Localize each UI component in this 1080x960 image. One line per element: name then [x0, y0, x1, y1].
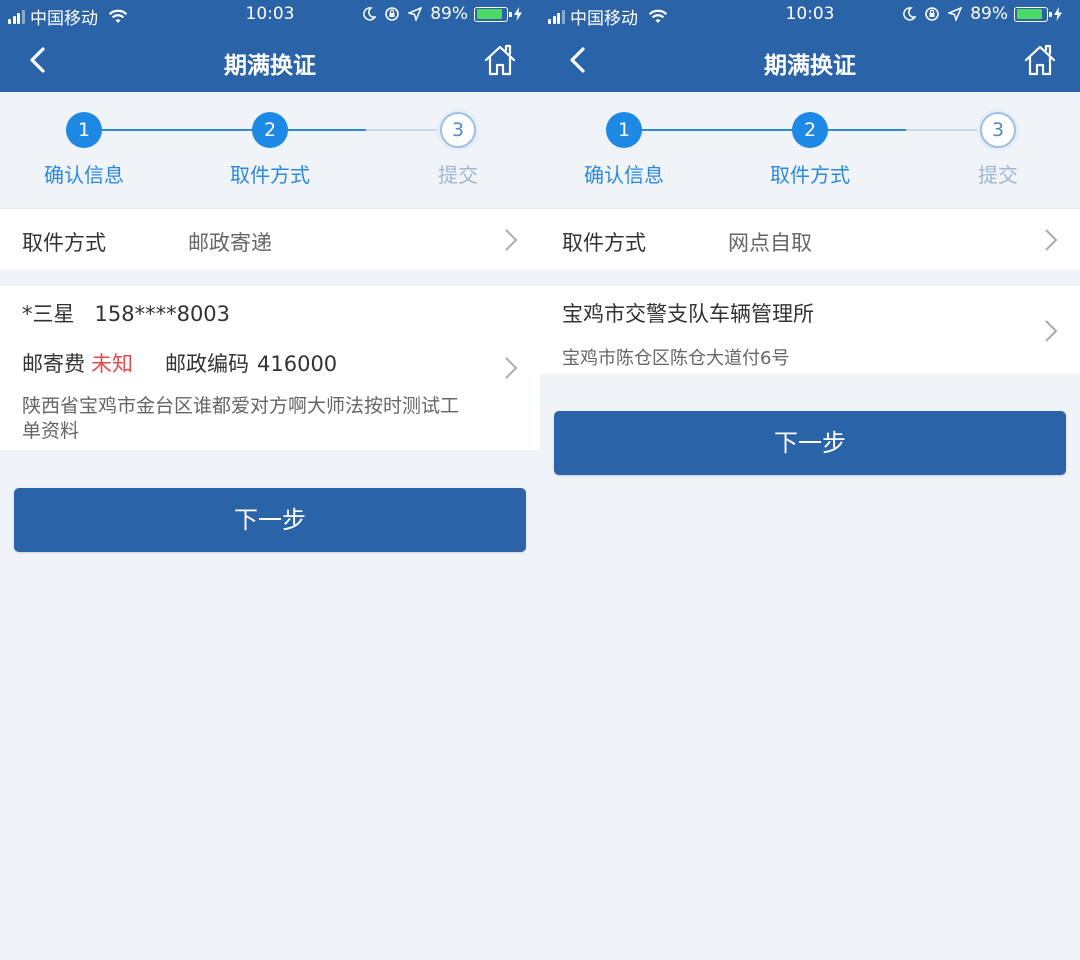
charging-bolt-icon	[514, 7, 522, 21]
pickup-method-label: 取件方式	[562, 231, 646, 255]
status-right: 89%	[362, 4, 530, 24]
step-pickup-method: 2 取件方式	[200, 92, 340, 188]
recipient-phone: 158****8003	[94, 302, 231, 326]
next-step-button[interactable]: 下一步	[554, 411, 1066, 475]
screens-container: 中国移动 10:03 89% 期满换证 1 确认信息 2 取件方式 3 提交 取…	[0, 0, 1080, 960]
delivery-address-card[interactable]: *三星 158****8003 邮寄费 未知 邮政编码 416000 陕西省宝鸡市金台区…	[0, 286, 540, 450]
step-number: 3	[440, 112, 476, 148]
status-right: 89%	[902, 4, 1070, 24]
chevron-right-icon	[1045, 320, 1058, 342]
step-confirm-info: 1 确认信息	[554, 92, 694, 188]
step-submit: 3 提交	[928, 92, 1068, 188]
pickup-method-label: 取件方式	[22, 231, 106, 255]
nav-bar: 期满换证	[0, 30, 540, 92]
battery-icon	[474, 6, 512, 22]
step-label: 确认信息	[44, 163, 124, 187]
battery-percent: 89%	[430, 4, 468, 24]
station-address: 宝鸡市陈仓区陈仓大道付6号	[562, 348, 790, 369]
zip-label: 邮政编码	[165, 352, 249, 376]
station-name: 宝鸡市交警支队车辆管理所	[562, 302, 814, 326]
page-title: 期满换证	[224, 53, 316, 79]
step-number: 1	[606, 112, 642, 148]
next-step-button[interactable]: 下一步	[14, 488, 526, 552]
step-number: 3	[980, 112, 1016, 148]
progress-stepper: 1 确认信息 2 取件方式 3 提交	[540, 92, 1080, 208]
location-icon	[408, 7, 423, 21]
step-label: 提交	[438, 163, 478, 187]
step-label: 提交	[978, 163, 1018, 187]
pickup-station-card[interactable]: 宝鸡市交警支队车辆管理所 宝鸡市陈仓区陈仓大道付6号	[540, 286, 1080, 374]
pickup-method-value: 网点自取	[728, 231, 812, 255]
screen-postal-delivery: 中国移动 10:03 89% 期满换证 1 确认信息 2 取件方式 3 提交 取…	[0, 0, 540, 960]
rotation-lock-icon	[925, 7, 940, 21]
moon-icon	[903, 7, 917, 21]
location-icon	[948, 7, 963, 21]
pickup-method-row[interactable]: 取件方式 网点自取	[540, 208, 1080, 270]
status-bar: 中国移动 10:03 89%	[0, 0, 540, 30]
pickup-method-value: 邮政寄递	[188, 231, 272, 255]
zip-value: 416000	[257, 352, 338, 376]
step-number: 2	[252, 112, 288, 148]
recipient-name: *三星	[22, 302, 75, 326]
charging-bolt-icon	[1054, 7, 1062, 21]
moon-icon	[363, 7, 377, 21]
status-bar: 中国移动 10:03 89%	[540, 0, 1080, 30]
progress-stepper: 1 确认信息 2 取件方式 3 提交	[0, 92, 540, 208]
battery-icon	[1014, 6, 1052, 22]
step-label: 取件方式	[230, 163, 310, 187]
chevron-right-icon	[505, 229, 518, 251]
step-submit: 3 提交	[388, 92, 528, 188]
screen-self-pickup: 中国移动 10:03 89% 期满换证 1 确认信息 2 取件方式 3 提交 取…	[540, 0, 1080, 960]
nav-bar: 期满换证	[540, 30, 1080, 92]
rotation-lock-icon	[385, 7, 400, 21]
step-number: 1	[66, 112, 102, 148]
page-title: 期满换证	[764, 53, 856, 79]
postage-value: 未知	[91, 352, 133, 376]
fee-zip-line: 邮寄费 未知 邮政编码 416000	[22, 348, 337, 378]
step-label: 取件方式	[770, 163, 850, 187]
step-number: 2	[792, 112, 828, 148]
step-pickup-method: 2 取件方式	[740, 92, 880, 188]
chevron-right-icon	[505, 357, 518, 379]
home-icon[interactable]	[482, 42, 518, 78]
recipient-line: *三星 158****8003	[22, 298, 230, 328]
battery-percent: 89%	[970, 4, 1008, 24]
step-confirm-info: 1 确认信息	[14, 92, 154, 188]
postage-label: 邮寄费	[22, 352, 85, 376]
step-label: 确认信息	[584, 163, 664, 187]
address-detail: 陕西省宝鸡市金台区谁都爱对方啊大师法按时测试工单资料	[22, 395, 460, 442]
home-icon[interactable]	[1022, 42, 1058, 78]
pickup-method-row[interactable]: 取件方式 邮政寄递	[0, 208, 540, 270]
chevron-right-icon	[1045, 229, 1058, 251]
